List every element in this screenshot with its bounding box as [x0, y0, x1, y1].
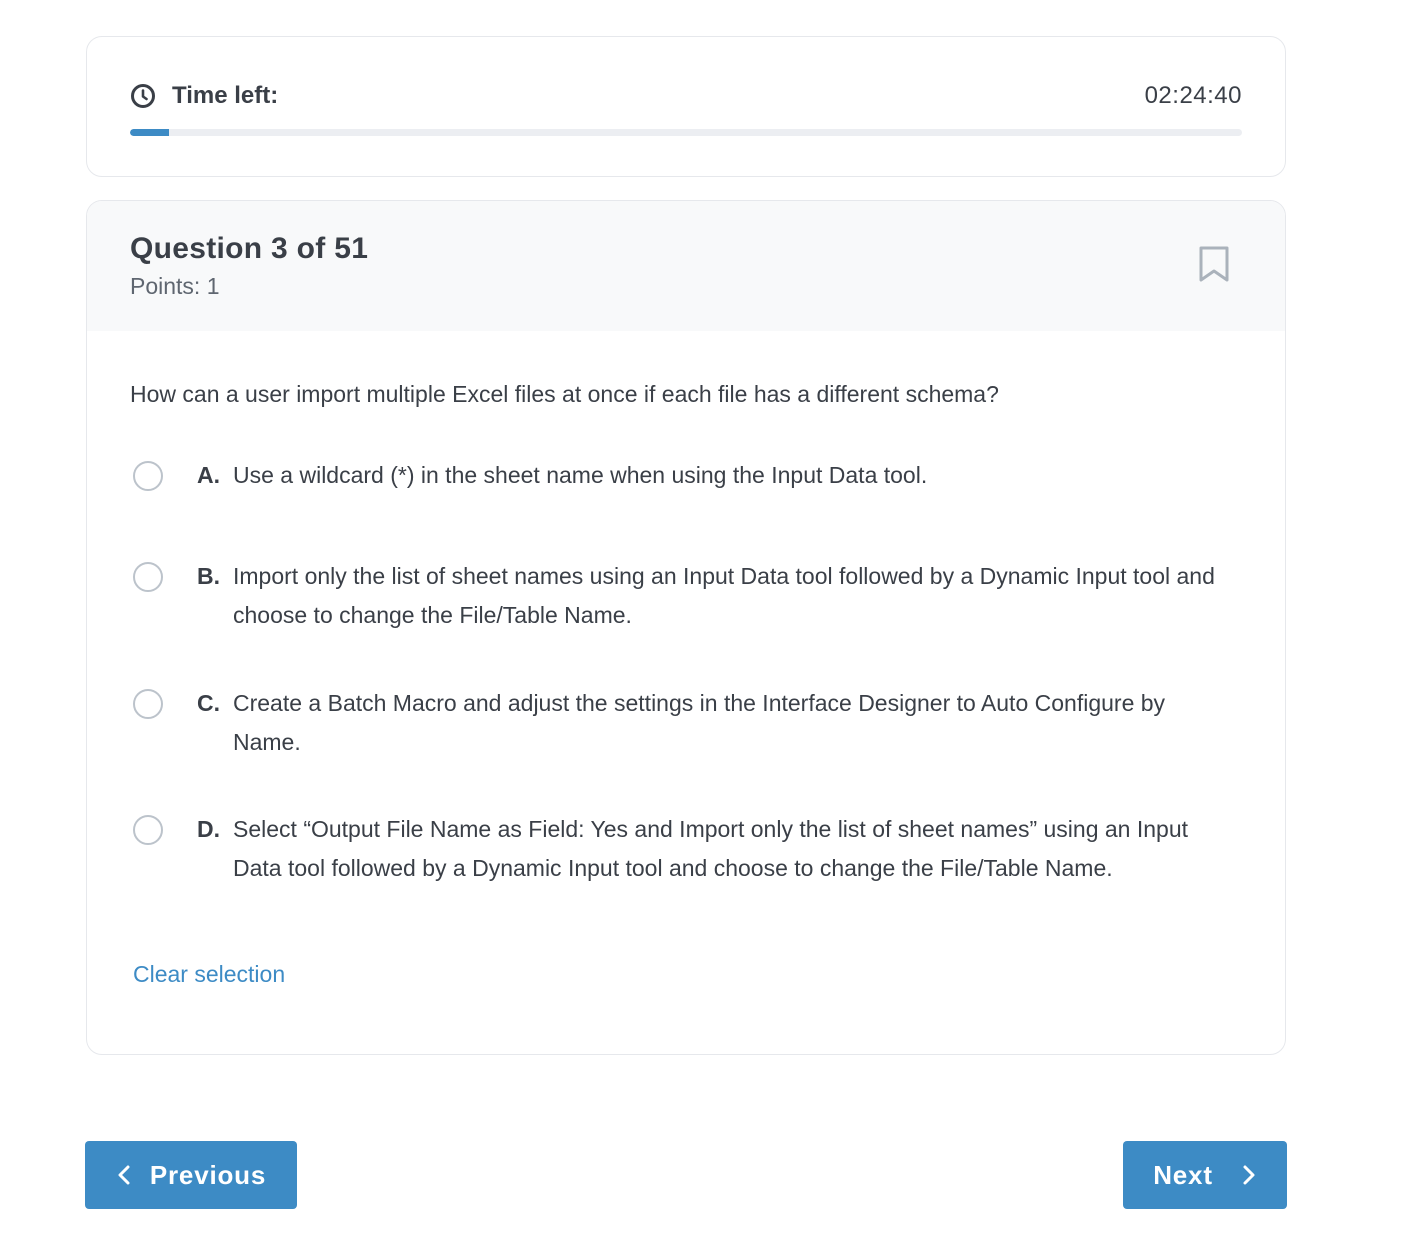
question-title: Question 3 of 51 [130, 232, 369, 265]
previous-button[interactable]: Previous [85, 1141, 297, 1209]
option-c-radio[interactable] [133, 689, 163, 719]
option-a-radio[interactable] [133, 461, 163, 491]
option-d-text: Select “Output File Name as Field: Yes a… [233, 816, 1189, 881]
option-c-letter: C. [197, 690, 220, 716]
option-b-radio[interactable] [133, 562, 163, 592]
option-a-letter: A. [197, 462, 220, 488]
clear-selection-link[interactable]: Clear selection [133, 961, 285, 988]
timer-row: Time left: 02:24:40 [130, 82, 1242, 110]
option-a[interactable]: A. Use a wildcard (*) in the sheet name … [133, 460, 1243, 495]
timer-value: 02:24:40 [1144, 82, 1242, 109]
question-card: Question 3 of 51 Points: 1 How can a use… [86, 200, 1286, 1055]
option-a-text: Use a wildcard (*) in the sheet name whe… [233, 462, 928, 488]
option-d-letter: D. [197, 816, 220, 842]
next-button-label: Next [1153, 1159, 1213, 1190]
chevron-right-icon [1243, 1165, 1255, 1185]
next-button[interactable]: Next [1123, 1141, 1287, 1209]
timer-label-group: Time left: [130, 82, 278, 110]
option-c-text: Create a Batch Macro and adjust the sett… [233, 690, 1166, 755]
option-b[interactable]: B. Import only the list of sheet names u… [133, 561, 1243, 635]
option-c[interactable]: C. Create a Batch Macro and adjust the s… [133, 688, 1243, 762]
question-header: Question 3 of 51 Points: 1 [87, 201, 1285, 331]
timer-card: Time left: 02:24:40 [86, 36, 1286, 177]
option-b-letter: B. [197, 563, 220, 589]
option-d-radio[interactable] [133, 815, 163, 845]
timer-progress-bar [130, 129, 1242, 136]
option-b-text: Import only the list of sheet names usin… [233, 563, 1215, 628]
timer-progress-fill [130, 129, 169, 136]
previous-button-label: Previous [149, 1159, 267, 1190]
question-text: How can a user import multiple Excel fil… [130, 381, 999, 407]
option-d[interactable]: D. Select “Output File Name as Field: Ye… [133, 814, 1243, 888]
timer-label: Time left: [172, 82, 279, 109]
question-points: Points: 1 [130, 273, 220, 299]
bookmark-icon[interactable] [1196, 244, 1232, 284]
chevron-left-icon [118, 1165, 130, 1185]
clock-icon [131, 84, 155, 108]
